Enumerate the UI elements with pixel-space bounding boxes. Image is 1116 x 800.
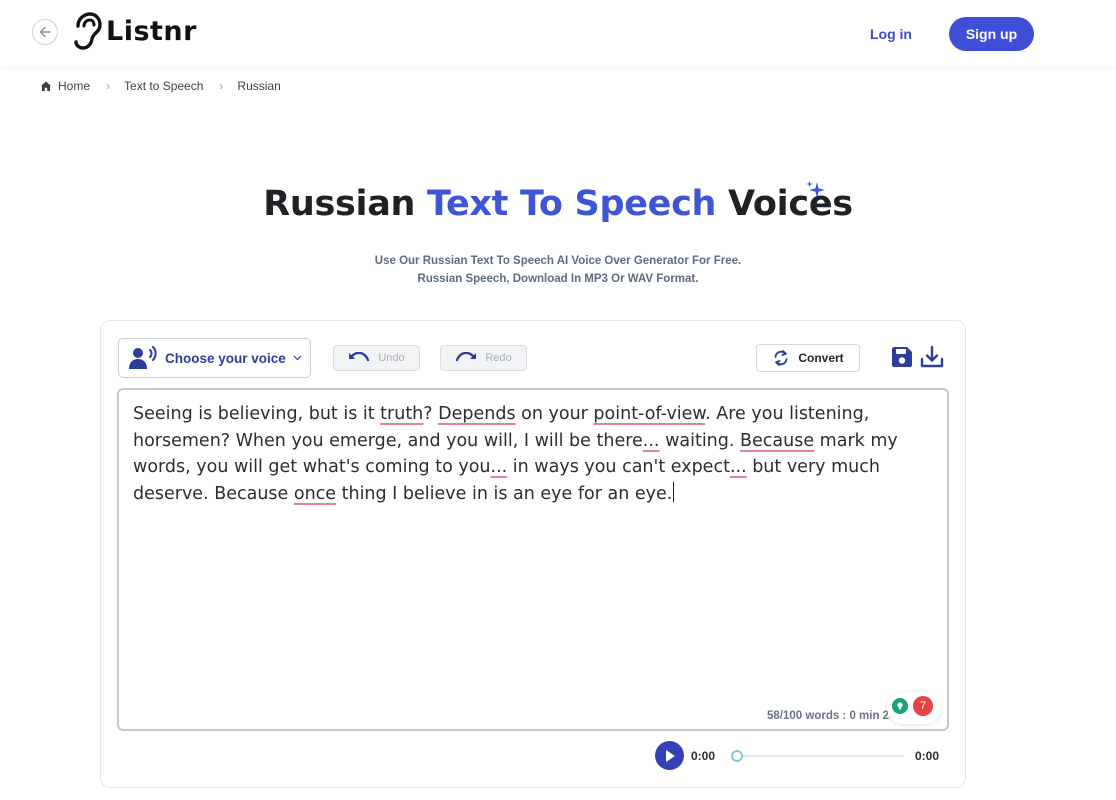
subtitle-line-2: Russian Speech, Download In MP3 Or WAV F… — [417, 273, 699, 285]
text-segment: waiting. — [659, 430, 741, 451]
login-link[interactable]: Log in — [870, 26, 912, 42]
breadcrumb-text-to-speech[interactable]: Text to Speech — [124, 79, 203, 93]
assistant-widget[interactable]: 7 — [887, 692, 941, 724]
text-segment: Seeing is believing, but is it — [133, 404, 381, 424]
chevron-right-icon: › — [106, 79, 111, 93]
word-count: 58/100 words : 0 min 24 — [767, 710, 896, 722]
redo-label: Redo — [485, 352, 512, 364]
title-accent: Text To Speech — [427, 184, 717, 224]
speaking-person-icon — [129, 346, 157, 369]
flagged-word[interactable]: Depends — [438, 404, 515, 424]
convert-button[interactable]: Convert — [756, 344, 860, 372]
sparkle-icon — [806, 181, 825, 198]
duration-time: 0:00 — [915, 749, 940, 763]
refresh-icon — [774, 350, 788, 366]
save-icon[interactable] — [890, 345, 914, 369]
flagged-word[interactable]: point-of-view — [593, 404, 705, 424]
title-suffix: Voices — [716, 184, 853, 224]
download-icon[interactable] — [919, 344, 945, 370]
choose-voice-button[interactable]: Choose your voice — [118, 338, 311, 378]
page-title: Russian Text To Speech Voices — [0, 184, 1116, 224]
text-segment: on your — [515, 404, 594, 424]
undo-label: Undo — [378, 352, 405, 364]
text-segment: ? — [423, 404, 439, 424]
flagged-word[interactable]: ... — [643, 431, 660, 451]
breadcrumb-home[interactable]: Home — [40, 79, 90, 93]
flagged-word[interactable]: ... — [491, 457, 508, 477]
chevron-down-icon — [293, 355, 302, 361]
ear-icon — [74, 12, 102, 50]
top-header: Listnr Log in Sign up — [0, 0, 1116, 66]
text-segment: thing I believe in is an eye for an eye. — [336, 484, 673, 505]
redo-button[interactable]: Redo — [440, 345, 527, 371]
listnr-logo[interactable]: Listnr — [72, 10, 197, 52]
play-icon — [665, 749, 675, 762]
undo-button[interactable]: Undo — [333, 345, 420, 371]
redo-icon — [456, 352, 477, 362]
text-editor[interactable]: Seeing is believing, but is it truth? De… — [117, 388, 949, 731]
subtitle-line-1: Use Our Russian Text To Speech AI Voice … — [374, 255, 742, 267]
flagged-word[interactable]: truth — [380, 404, 423, 424]
breadcrumb: Home › Text to Speech › Russian — [40, 77, 281, 95]
text-caret — [673, 482, 675, 503]
flagged-word[interactable]: Because — [740, 431, 814, 451]
signup-button[interactable]: Sign up — [949, 17, 1034, 51]
breadcrumb-home-label: Home — [58, 79, 91, 93]
arrow-left-icon — [39, 26, 51, 38]
chevron-right-icon: › — [219, 79, 224, 93]
breadcrumb-russian: Russian — [237, 79, 281, 93]
text-segment: in ways you can't expect — [507, 457, 730, 478]
home-icon — [41, 81, 51, 91]
title-prefix: Russian — [263, 184, 428, 224]
logo-text: Listnr — [106, 15, 197, 47]
convert-label: Convert — [798, 351, 844, 365]
play-button[interactable] — [655, 741, 684, 770]
current-time: 0:00 — [691, 749, 716, 763]
flagged-word[interactable]: once — [294, 484, 336, 504]
progress-track[interactable] — [738, 755, 904, 757]
notification-badge: 7 — [913, 696, 933, 716]
choose-voice-label: Choose your voice — [165, 350, 286, 366]
progress-knob[interactable] — [731, 750, 743, 762]
undo-icon — [349, 352, 370, 362]
back-button[interactable] — [32, 19, 58, 45]
page-subtitle: Use Our Russian Text To Speech AI Voice … — [0, 252, 1116, 288]
editor-text[interactable]: Seeing is believing, but is it truth? De… — [133, 401, 923, 508]
flagged-word[interactable]: ... — [730, 457, 747, 477]
lightbulb-icon — [892, 698, 908, 714]
